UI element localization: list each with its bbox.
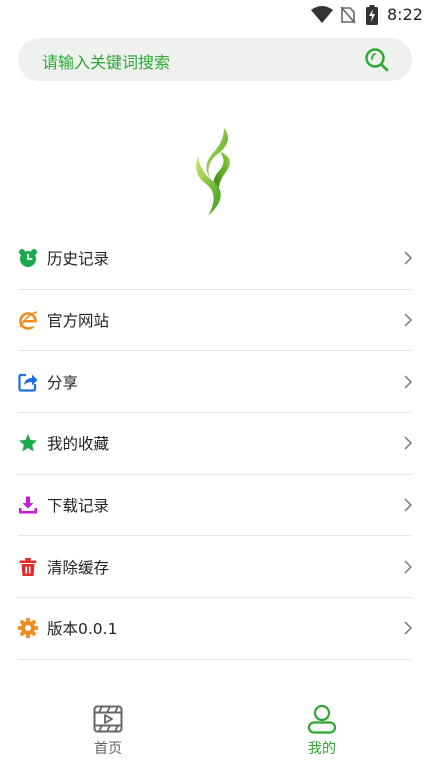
menu-item-label: 版本0.0.1: [47, 620, 118, 639]
no-sim-icon: [340, 6, 356, 24]
menu-item-favorites[interactable]: 我的收藏: [18, 413, 412, 475]
tab-home[interactable]: 首页: [48, 690, 168, 764]
user-icon: [307, 704, 337, 734]
tab-label: 我的: [308, 741, 336, 757]
bottom-nav: 首页 我的: [0, 690, 430, 764]
trash-icon: [18, 557, 38, 577]
menu-item-clear-cache[interactable]: 清除缓存: [18, 536, 412, 599]
download-icon: [18, 495, 38, 515]
tab-mine[interactable]: 我的: [262, 690, 382, 764]
search-bar[interactable]: 请输入关键词搜索: [18, 38, 412, 81]
chevron-right-icon: [404, 251, 412, 265]
menu-item-label: 历史记录: [47, 250, 110, 269]
status-bar: 8:22: [0, 0, 430, 30]
chevron-right-icon: [404, 375, 412, 389]
chevron-right-icon: [404, 436, 412, 450]
menu-item-label: 分享: [47, 373, 79, 392]
menu-list: 历史记录 官方网站 分享 我的收藏 下载记录 清除缓存 版本0.0.1: [18, 228, 412, 660]
chevron-right-icon: [404, 560, 412, 574]
menu-item-official-site[interactable]: 官方网站: [18, 290, 412, 352]
status-time: 8:22: [387, 5, 423, 24]
menu-item-label: 官方网站: [47, 312, 110, 331]
browser-e-icon: [18, 310, 38, 330]
menu-item-label: 清除缓存: [47, 558, 110, 577]
battery-charging-icon: [366, 5, 378, 25]
leaf-logo: [196, 128, 230, 216]
chevron-right-icon: [404, 313, 412, 327]
menu-item-label: 下载记录: [47, 497, 110, 516]
wifi-icon: [311, 6, 333, 23]
menu-item-label: 我的收藏: [47, 435, 110, 454]
star-icon: [18, 433, 38, 453]
tab-label: 首页: [94, 741, 122, 757]
alarm-clock-icon: [18, 248, 38, 268]
chevron-right-icon: [404, 621, 412, 635]
chevron-right-icon: [404, 498, 412, 512]
film-icon: [93, 705, 123, 733]
share-icon: [18, 372, 38, 392]
menu-item-history[interactable]: 历史记录: [18, 228, 412, 290]
gear-icon: [18, 618, 38, 639]
search-icon[interactable]: [364, 47, 390, 73]
menu-item-version[interactable]: 版本0.0.1: [18, 598, 412, 660]
menu-item-share[interactable]: 分享: [18, 351, 412, 414]
menu-item-downloads[interactable]: 下载记录: [18, 475, 412, 537]
search-input[interactable]: 请输入关键词搜索: [42, 49, 170, 73]
